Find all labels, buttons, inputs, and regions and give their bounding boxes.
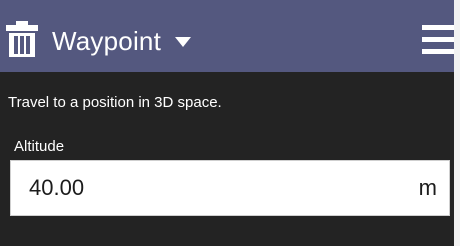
caret-down-icon — [175, 37, 192, 47]
panel-title: Waypoint — [52, 26, 162, 56]
waypoint-panel: Waypoint Travel to a position in 3D spac… — [0, 0, 454, 246]
panel-description: Travel to a position in 3D space. — [8, 94, 222, 111]
altitude-label: Altitude — [14, 138, 65, 155]
waypoint-type-dropdown[interactable]: Waypoint — [52, 23, 192, 59]
hamburger-menu-icon[interactable] — [422, 22, 454, 56]
trash-icon[interactable] — [6, 21, 38, 57]
panel-header: Waypoint — [0, 0, 454, 72]
altitude-field[interactable]: m — [10, 160, 450, 216]
altitude-unit: m — [418, 175, 437, 200]
altitude-input[interactable] — [29, 161, 389, 215]
